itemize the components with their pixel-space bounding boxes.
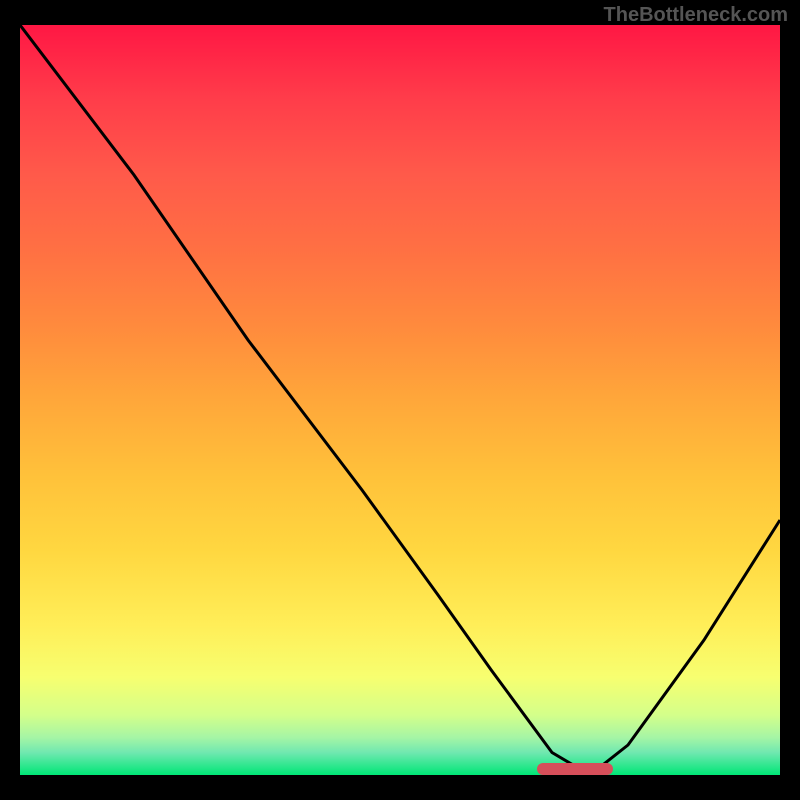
bottleneck-curve <box>20 25 780 775</box>
chart-area <box>20 25 780 775</box>
attribution-text: TheBottleneck.com <box>604 4 788 27</box>
optimal-zone-marker <box>537 763 613 775</box>
